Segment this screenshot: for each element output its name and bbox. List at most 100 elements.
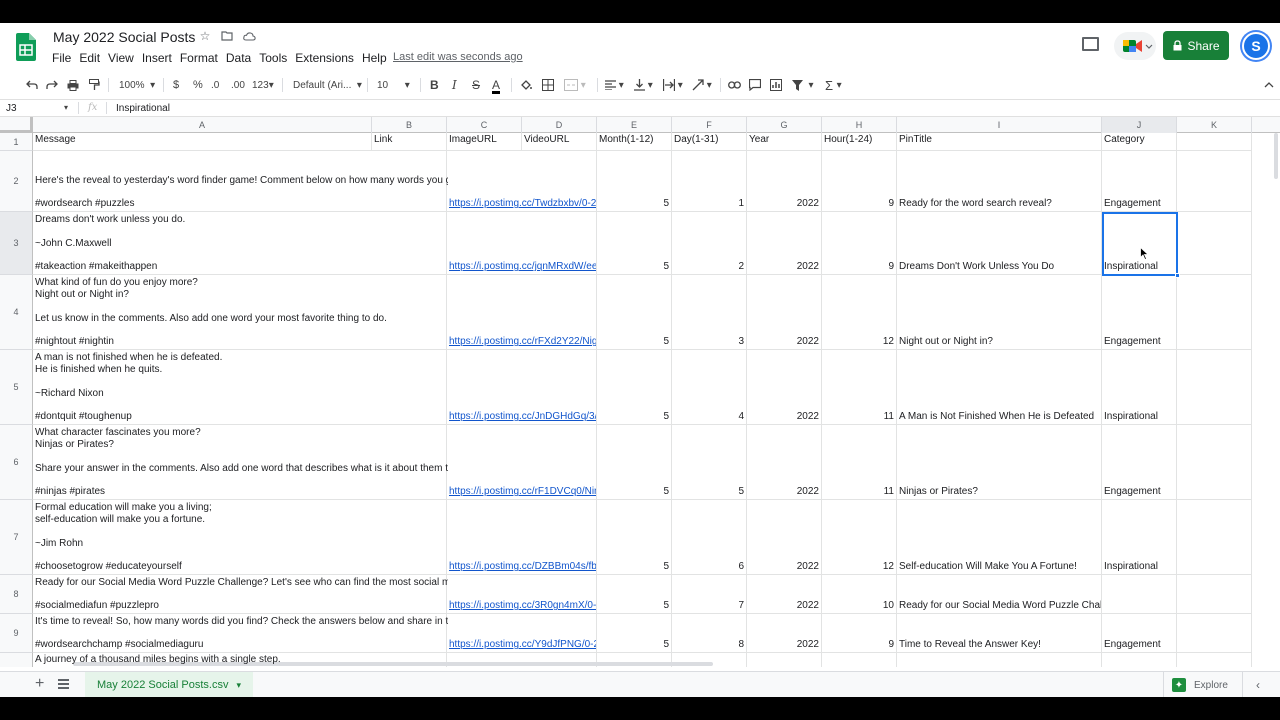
header-cell[interactable]: VideoURL: [522, 133, 597, 151]
fill-handle[interactable]: [1175, 273, 1180, 278]
menu-tools[interactable]: Tools: [259, 51, 293, 65]
year-cell[interactable]: 2022: [747, 425, 822, 500]
paint-format-icon[interactable]: [89, 78, 100, 92]
functions-button[interactable]: Σ ▾: [825, 78, 842, 93]
pin-title-cell[interactable]: Ninjas or Pirates?: [897, 425, 1102, 500]
col-header-k[interactable]: K: [1177, 117, 1252, 133]
move-folder-icon[interactable]: [220, 29, 234, 43]
hour-cell[interactable]: 9: [822, 614, 897, 653]
share-button[interactable]: Share: [1163, 31, 1229, 60]
header-cell[interactable]: Day(1-31): [672, 133, 747, 151]
header-cell[interactable]: Month(1-12): [597, 133, 672, 151]
message-cell[interactable]: Dreams don't work unless you do. ~John C…: [33, 212, 448, 275]
day-cell[interactable]: 5: [672, 425, 747, 500]
text-rotation-icon[interactable]: ▾: [692, 78, 712, 92]
borders-icon[interactable]: [542, 78, 554, 92]
row-header[interactable]: 4: [0, 275, 33, 350]
year-cell[interactable]: 2022: [747, 350, 822, 425]
strikethrough-button[interactable]: S: [472, 78, 480, 92]
row-header[interactable]: 5: [0, 350, 33, 425]
text-color-button[interactable]: A: [492, 78, 501, 94]
merge-cells-icon[interactable]: ▾: [564, 78, 586, 92]
row-header[interactable]: 7: [0, 500, 33, 575]
header-cell[interactable]: [1177, 133, 1252, 151]
sheet-tab-menu-icon[interactable]: ▾: [236, 680, 241, 691]
font-select[interactable]: Default (Ari... ▾: [293, 78, 362, 92]
header-cell[interactable]: Message: [33, 133, 372, 151]
pin-title-cell[interactable]: [897, 653, 1102, 667]
empty-cell[interactable]: [522, 212, 597, 275]
all-sheets-icon[interactable]: [58, 679, 69, 689]
account-avatar[interactable]: S: [1242, 32, 1270, 60]
empty-cell[interactable]: [522, 614, 597, 653]
sheets-logo-icon[interactable]: [16, 33, 36, 61]
last-edit-link[interactable]: Last edit was seconds ago: [393, 51, 523, 63]
bold-button[interactable]: B: [430, 78, 439, 92]
message-cell[interactable]: Ready for our Social Media Word Puzzle C…: [33, 575, 448, 614]
text-wrap-icon[interactable]: ▾: [663, 78, 683, 92]
empty-cell[interactable]: [522, 425, 597, 500]
row-header[interactable]: 10: [0, 653, 33, 667]
category-cell[interactable]: Inspirational: [1102, 500, 1177, 575]
category-cell[interactable]: Engagement: [1102, 275, 1177, 350]
hour-cell[interactable]: 12: [822, 500, 897, 575]
filter-icon[interactable]: ▾: [792, 78, 814, 92]
year-cell[interactable]: 2022: [747, 500, 822, 575]
add-sheet-icon[interactable]: +: [35, 675, 44, 693]
menu-view[interactable]: View: [108, 51, 140, 65]
insert-comment-icon[interactable]: [749, 78, 761, 92]
empty-cell[interactable]: [1177, 575, 1252, 614]
more-formats-button[interactable]: 123 ▾: [252, 78, 274, 92]
empty-cell[interactable]: [1177, 212, 1252, 275]
menu-data[interactable]: Data: [226, 51, 257, 65]
header-cell[interactable]: Link: [372, 133, 447, 151]
col-header-i[interactable]: I: [897, 117, 1102, 133]
message-cell[interactable]: Formal education will make you a living;…: [33, 500, 448, 575]
category-cell[interactable]: Engagement: [1102, 151, 1177, 212]
col-header-e[interactable]: E: [597, 117, 672, 133]
pin-title-cell[interactable]: A Man is Not Finished When He is Defeate…: [897, 350, 1102, 425]
hour-cell[interactable]: 9: [822, 151, 897, 212]
header-cell[interactable]: Hour(1-24): [822, 133, 897, 151]
star-icon[interactable]: ☆: [198, 29, 212, 43]
vertical-scrollbar[interactable]: [1274, 133, 1278, 179]
formula-input[interactable]: Inspirational: [116, 103, 170, 114]
pin-title-cell[interactable]: Self-education Will Make You A Fortune!: [897, 500, 1102, 575]
meet-button[interactable]: [1114, 32, 1156, 60]
cloud-status-icon[interactable]: [242, 29, 256, 43]
comment-history-icon[interactable]: [1082, 37, 1099, 51]
decrease-decimal-button[interactable]: .0: [211, 78, 219, 92]
year-cell[interactable]: 2022: [747, 575, 822, 614]
fill-color-icon[interactable]: [520, 78, 532, 92]
col-header-h[interactable]: H: [822, 117, 897, 133]
menu-format[interactable]: Format: [180, 51, 224, 65]
col-header-g[interactable]: G: [747, 117, 822, 133]
day-cell[interactable]: 1: [672, 151, 747, 212]
col-header-f[interactable]: F: [672, 117, 747, 133]
header-cell[interactable]: ImageURL: [447, 133, 522, 151]
header-cell[interactable]: Year: [747, 133, 822, 151]
day-cell[interactable]: 6: [672, 500, 747, 575]
hour-cell[interactable]: 10: [822, 575, 897, 614]
message-cell[interactable]: What kind of fun do you enjoy more? Nigh…: [33, 275, 448, 350]
hour-cell[interactable]: 9: [822, 212, 897, 275]
menu-insert[interactable]: Insert: [142, 51, 178, 65]
menu-extensions[interactable]: Extensions: [295, 51, 360, 65]
message-cell[interactable]: It's time to reveal! So, how many words …: [33, 614, 448, 653]
category-cell[interactable]: Inspirational: [1102, 212, 1177, 275]
empty-cell[interactable]: [1177, 425, 1252, 500]
month-cell[interactable]: 5: [597, 275, 672, 350]
row-header[interactable]: 1: [0, 133, 33, 151]
header-cell[interactable]: Category: [1102, 133, 1177, 151]
pin-title-cell[interactable]: Dreams Don't Work Unless You Do: [897, 212, 1102, 275]
explore-button[interactable]: ✦ Explore: [1163, 672, 1243, 697]
italic-button[interactable]: I: [452, 78, 457, 92]
vertical-align-icon[interactable]: ▾: [634, 78, 653, 92]
category-cell[interactable]: Inspirational: [1102, 350, 1177, 425]
col-header-a[interactable]: A: [33, 117, 372, 133]
row-header[interactable]: 8: [0, 575, 33, 614]
day-cell[interactable]: 8: [672, 614, 747, 653]
category-cell[interactable]: [1102, 575, 1177, 614]
empty-cell[interactable]: [522, 275, 597, 350]
row-header[interactable]: 9: [0, 614, 33, 653]
